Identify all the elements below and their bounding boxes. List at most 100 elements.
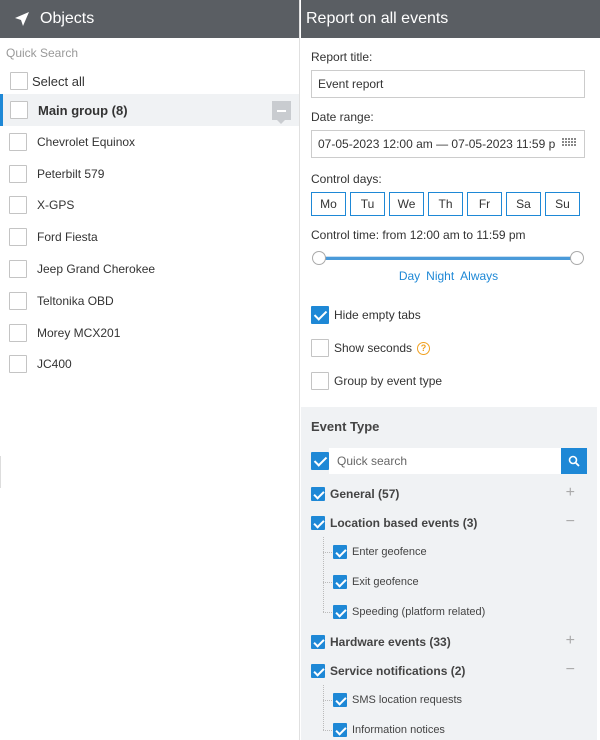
object-item[interactable]: Peterbilt 579: [0, 158, 299, 190]
control-time-slider[interactable]: [311, 250, 585, 270]
day-tuesday-button[interactable]: Tu: [350, 192, 385, 216]
day-monday-button[interactable]: Mo: [311, 192, 346, 216]
object-checkbox[interactable]: [9, 323, 27, 342]
event-select-all-checkbox[interactable]: [311, 452, 329, 470]
event-group-hardware[interactable]: Hardware events (33) +: [311, 627, 587, 656]
control-time-label: Control time: from 12:00 am to 11:59 pm: [311, 228, 526, 242]
always-link[interactable]: Always: [460, 269, 498, 283]
slider-start-handle[interactable]: [312, 251, 326, 265]
date-range-value: 07-05-2023 12:00 am — 07-05-2023 11:59 p: [318, 137, 556, 151]
report-header: Report on all events: [301, 0, 600, 38]
show-seconds-option[interactable]: Show seconds ?: [311, 336, 586, 360]
object-checkbox[interactable]: [9, 260, 27, 279]
date-range-label: Date range:: [311, 110, 374, 124]
object-label: JC400: [37, 357, 72, 372]
event-checkbox[interactable]: [333, 575, 347, 589]
search-button[interactable]: [561, 448, 587, 474]
report-title-input[interactable]: Event report: [311, 70, 585, 98]
main-group-row[interactable]: Main group (8): [0, 94, 299, 126]
main-group-checkbox[interactable]: [10, 101, 28, 119]
event-checkbox[interactable]: [333, 605, 347, 619]
date-range-input[interactable]: 07-05-2023 12:00 am — 07-05-2023 11:59 p: [311, 130, 585, 158]
objects-header: Objects: [0, 0, 299, 38]
objects-panel: Objects Quick Search Select all Main gro…: [0, 0, 300, 740]
object-checkbox[interactable]: [9, 196, 27, 215]
object-checkbox[interactable]: [9, 355, 27, 374]
event-group-checkbox[interactable]: [311, 663, 325, 678]
help-icon[interactable]: ?: [417, 341, 431, 355]
object-item[interactable]: JC400: [0, 349, 299, 381]
event-group-service[interactable]: Service notifications (2) −: [311, 656, 587, 685]
calendar-icon[interactable]: [562, 138, 578, 150]
event-type-panel: Event Type Quick search General (57) + L…: [301, 407, 597, 740]
panel-edge-mark: [0, 456, 1, 488]
group-by-event-type-option[interactable]: Group by event type: [311, 369, 586, 393]
report-title-label: Report title:: [311, 50, 373, 64]
event-label: Enter geofence: [352, 546, 427, 558]
objects-search-input[interactable]: Quick Search: [0, 38, 299, 68]
report-title-heading: Report on all events: [306, 10, 449, 27]
object-label: Morey MCX201: [37, 325, 121, 340]
group-by-event-type-checkbox[interactable]: [311, 372, 329, 390]
slider-end-handle[interactable]: [570, 251, 584, 265]
hide-empty-tabs-label: Hide empty tabs: [334, 308, 421, 322]
day-friday-button[interactable]: Fr: [467, 192, 502, 216]
select-all-label: Select all: [32, 73, 85, 89]
select-all-row[interactable]: Select all: [0, 68, 299, 94]
object-label: Peterbilt 579: [37, 166, 105, 181]
object-checkbox[interactable]: [9, 291, 27, 310]
object-item[interactable]: Ford Fiesta: [0, 221, 299, 253]
object-checkbox[interactable]: [9, 228, 27, 247]
group-by-event-type-label: Group by event type: [334, 374, 443, 388]
event-group-checkbox[interactable]: [311, 515, 325, 530]
event-label: Information notices: [352, 724, 445, 736]
objects-title: Objects: [40, 10, 95, 27]
day-wednesday-button[interactable]: We: [389, 192, 424, 216]
hide-empty-tabs-option[interactable]: Hide empty tabs: [311, 303, 586, 327]
collapse-group-icon[interactable]: [272, 101, 291, 124]
event-item[interactable]: Exit geofence: [311, 567, 587, 597]
expand-icon[interactable]: +: [566, 633, 575, 649]
event-group-checkbox[interactable]: [311, 634, 325, 649]
select-all-checkbox[interactable]: [10, 72, 28, 90]
collapse-icon[interactable]: −: [566, 514, 575, 530]
collapse-icon[interactable]: −: [566, 662, 575, 678]
event-label: SMS location requests: [352, 694, 463, 706]
event-search-input[interactable]: Quick search: [329, 448, 561, 474]
object-checkbox[interactable]: [9, 132, 27, 151]
object-item[interactable]: X-GPS: [0, 190, 299, 222]
expand-icon[interactable]: +: [566, 485, 575, 501]
event-type-title: Event Type: [311, 419, 380, 434]
navigation-arrow-icon: [15, 12, 29, 26]
object-item[interactable]: Jeep Grand Cherokee: [0, 253, 299, 285]
event-search-row: Quick search: [311, 448, 587, 474]
event-checkbox[interactable]: [333, 545, 347, 559]
show-seconds-checkbox[interactable]: [311, 339, 329, 357]
event-group-general[interactable]: General (57) +: [311, 479, 587, 508]
object-checkbox[interactable]: [9, 164, 27, 183]
event-item[interactable]: SMS location requests: [311, 685, 587, 715]
main-group-label: Main group (8): [38, 102, 128, 118]
event-item[interactable]: Enter geofence: [311, 537, 587, 567]
show-seconds-label: Show seconds: [334, 341, 413, 355]
night-link[interactable]: Night: [426, 269, 454, 283]
event-group-checkbox[interactable]: [311, 486, 325, 501]
object-label: Jeep Grand Cherokee: [37, 262, 156, 277]
day-saturday-button[interactable]: Sa: [506, 192, 541, 216]
object-label: Teltonika OBD: [37, 293, 114, 308]
day-link[interactable]: Day: [399, 269, 420, 283]
event-item[interactable]: Information notices: [311, 715, 587, 740]
day-sunday-button[interactable]: Su: [545, 192, 580, 216]
event-group-location[interactable]: Location based events (3) −: [311, 508, 587, 537]
object-item[interactable]: Morey MCX201: [0, 317, 299, 349]
day-thursday-button[interactable]: Th: [428, 192, 463, 216]
object-item[interactable]: Teltonika OBD: [0, 285, 299, 317]
slider-track: [319, 256, 577, 260]
hide-empty-tabs-checkbox[interactable]: [311, 306, 329, 324]
control-days-label: Control days:: [311, 172, 382, 186]
object-item[interactable]: Chevrolet Equinox: [0, 126, 299, 158]
event-checkbox[interactable]: [333, 693, 347, 707]
event-item[interactable]: Speeding (platform related): [311, 597, 587, 627]
event-group-label: Hardware events (33): [330, 634, 451, 649]
event-checkbox[interactable]: [333, 723, 347, 737]
